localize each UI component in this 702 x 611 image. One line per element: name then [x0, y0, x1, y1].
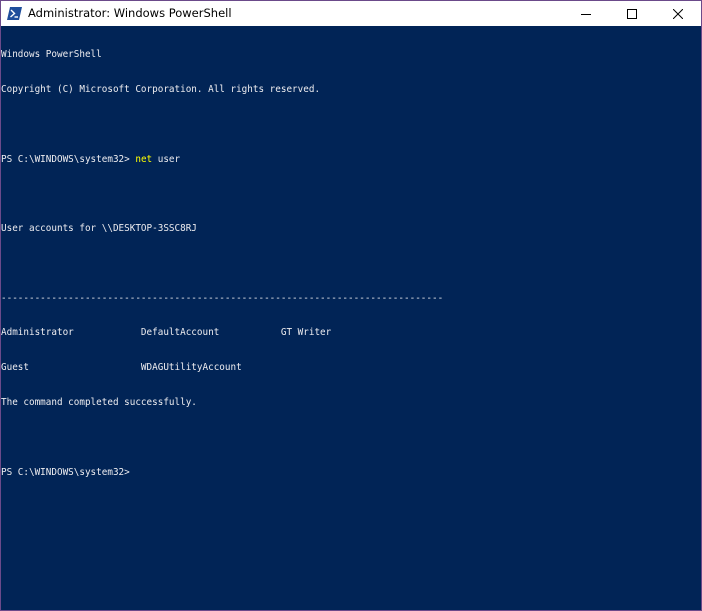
maximize-icon	[627, 8, 637, 19]
prompt-text: PS C:\WINDOWS\system32>	[1, 153, 136, 165]
current-prompt[interactable]: PS C:\WINDOWS\system32>	[1, 467, 443, 479]
powershell-icon	[7, 6, 22, 21]
title-bar[interactable]: Administrator: Windows PowerShell	[1, 1, 701, 26]
window-title: Administrator: Windows PowerShell	[28, 6, 232, 20]
minimize-button[interactable]	[563, 1, 609, 26]
account-row: Guest WDAGUtilityAccount	[1, 362, 242, 374]
close-icon	[673, 8, 683, 19]
console-output: Windows PowerShell Copyright (C) Microso…	[1, 26, 443, 501]
command-args: user	[152, 153, 181, 165]
separator-line: ----------------------------------------…	[1, 292, 444, 304]
account-row: Administrator DefaultAccount GT Writer	[1, 327, 332, 339]
command-name: net	[135, 153, 153, 165]
powershell-window: Administrator: Windows PowerShell Window…	[0, 0, 702, 611]
completion-message: The command completed successfully.	[1, 397, 197, 408]
accounts-header: User accounts for \\DESKTOP-3SSC8RJ	[1, 223, 197, 235]
maximize-button[interactable]	[609, 1, 655, 26]
console-area[interactable]: Windows PowerShell Copyright (C) Microso…	[1, 26, 701, 610]
copyright-line: Copyright (C) Microsoft Corporation. All…	[1, 83, 321, 95]
command-line: PS C:\WINDOWS\system32> net user	[1, 154, 443, 166]
banner-line: Windows PowerShell	[1, 49, 102, 61]
close-button[interactable]	[655, 1, 701, 26]
minimize-icon	[581, 9, 591, 19]
